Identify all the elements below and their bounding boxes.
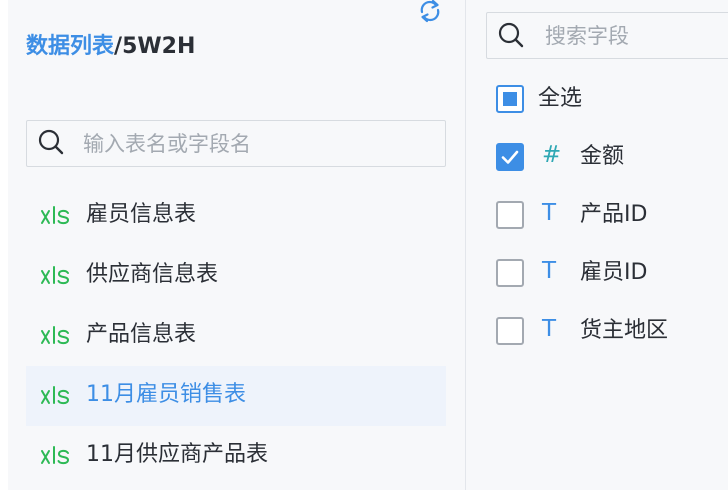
table-search-box [26, 120, 446, 167]
partial-mark-icon [503, 92, 517, 106]
select-all-label: 全选 [538, 86, 583, 111]
breadcrumb: 数据列表/5W2H [26, 32, 195, 62]
table-list-item[interactable]: 产品信息表 [26, 306, 446, 366]
text-field-icon: T [542, 200, 557, 226]
field-row[interactable]: # 金额 [496, 130, 726, 188]
table-name: 11月供应商产品表 [86, 442, 268, 467]
field-name: 货主地区 [580, 318, 669, 343]
field-search-input[interactable] [545, 13, 728, 58]
table-name: 产品信息表 [86, 322, 197, 347]
table-list-item[interactable]: 11月供应商产品表 [26, 426, 446, 486]
field-name: 产品ID [580, 202, 648, 227]
numeric-field-icon: # [542, 142, 562, 168]
excel-file-icon [41, 386, 70, 405]
field-name: 金额 [580, 144, 625, 169]
field-search-box [486, 12, 728, 59]
table-list: 雇员信息表供应商信息表 产品信息表 11月雇员销售表 11月供应商产品表 [26, 186, 446, 486]
field-checkbox[interactable] [496, 201, 524, 229]
table-list-panel: 数据列表/5W2H 雇员信息表供应商信息表产品信息表 11月雇员销售表 11月供应商… [8, 0, 466, 490]
table-search-input[interactable] [83, 121, 437, 166]
field-checkbox[interactable] [496, 143, 524, 171]
field-checkbox[interactable] [496, 259, 524, 287]
field-checkbox[interactable] [496, 317, 524, 345]
excel-file-icon [41, 446, 70, 465]
table-name: 11月雇员销售表 [86, 382, 246, 407]
field-row[interactable]: T 产品ID [496, 188, 726, 246]
field-list: 全选 # 金额 T 产品ID T 雇员ID T 货主地区 [496, 72, 726, 362]
search-icon [38, 129, 64, 155]
text-field-icon: T [542, 316, 557, 342]
excel-file-icon [41, 326, 70, 345]
check-icon [501, 150, 519, 164]
table-list-item[interactable]: 雇员信息表 [26, 186, 446, 246]
excel-file-icon [41, 206, 70, 225]
table-name: 供应商信息表 [86, 262, 219, 287]
select-all-checkbox[interactable] [496, 85, 524, 113]
search-icon [498, 22, 524, 48]
breadcrumb-separator: / [114, 34, 123, 59]
excel-file-icon [41, 266, 70, 285]
refresh-icon[interactable] [416, 0, 444, 24]
table-name: 雇员信息表 [86, 202, 197, 227]
select-all-row[interactable]: 全选 [496, 72, 726, 130]
table-list-item[interactable]: 供应商信息表 [26, 246, 446, 306]
breadcrumb-current: 5W2H [122, 34, 196, 59]
field-list-panel: 全选 # 金额 T 产品ID T 雇员ID T 货主地区 [466, 0, 728, 490]
field-row[interactable]: T 货主地区 [496, 304, 726, 362]
breadcrumb-data-list-link[interactable]: 数据列表 [26, 34, 114, 59]
field-row[interactable]: T 雇员ID [496, 246, 726, 304]
field-name: 雇员ID [580, 260, 648, 285]
table-list-item[interactable]: 11月雇员销售表 [26, 366, 446, 426]
text-field-icon: T [542, 258, 557, 284]
